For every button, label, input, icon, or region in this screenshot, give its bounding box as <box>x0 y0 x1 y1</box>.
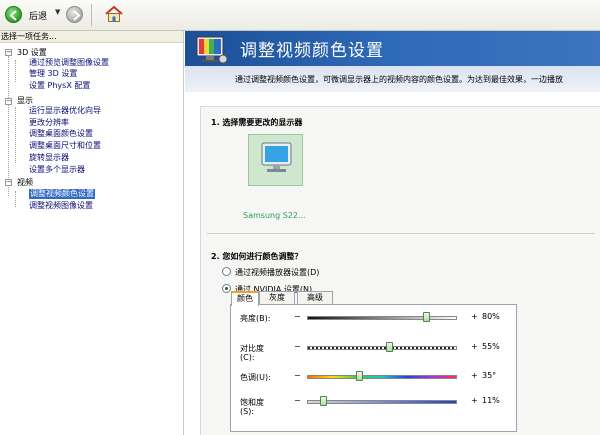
home-icon[interactable] <box>104 4 124 24</box>
display-name[interactable]: Samsung S22... <box>243 211 306 220</box>
toolbar: 后退 ▼ <box>0 0 600 31</box>
tree-item-desktop-color-settings[interactable]: 调整桌面颜色设置 <box>29 129 93 139</box>
collapse-icon[interactable]: − <box>5 98 12 105</box>
hue-value: 35° <box>482 371 497 380</box>
radio-video-player-settings[interactable] <box>222 267 231 276</box>
tree-item-display-optimization-wizard[interactable]: 运行显示器优化向导 <box>29 106 101 116</box>
saturation-plus[interactable]: + <box>471 396 478 405</box>
tree-category-video[interactable]: 视频 <box>17 178 33 188</box>
tree-connector <box>15 191 16 207</box>
tree-item-video-image-settings[interactable]: 调整视频图像设置 <box>29 201 93 211</box>
tree-category-display[interactable]: 显示 <box>17 96 33 106</box>
section1-title: 1. 选择需要更改的显示器 <box>211 118 303 127</box>
toolbar-separator <box>91 4 92 26</box>
tab-color[interactable]: 颜色 <box>231 291 259 306</box>
tree-item-rotate-display[interactable]: 旋转显示器 <box>29 153 69 163</box>
page-banner: 调整视频颜色设置 <box>185 31 600 66</box>
radio-video-player-label[interactable]: 通过视频播放器设置(D) <box>235 267 319 278</box>
back-button[interactable] <box>5 6 22 23</box>
tree-category-3d[interactable]: 3D 设置 <box>17 48 47 58</box>
section-divider <box>207 233 595 234</box>
brightness-thumb[interactable] <box>423 312 430 322</box>
radio-nvidia-settings[interactable] <box>222 284 231 293</box>
monitor-color-icon <box>196 36 228 64</box>
task-tree-header: 选择一项任务... <box>0 31 183 43</box>
brightness-plus[interactable]: + <box>471 312 478 321</box>
tree-item-video-color-settings[interactable]: 调整视频颜色设置 <box>29 189 95 199</box>
brightness-value: 80% <box>482 312 500 321</box>
contrast-value: 55% <box>482 342 500 351</box>
color-tab-panel <box>230 304 517 432</box>
tree-item-manage-3d-settings[interactable]: 管理 3D 设置 <box>29 69 77 79</box>
hue-track[interactable] <box>307 375 457 379</box>
collapse-icon[interactable]: − <box>5 49 12 56</box>
brightness-minus[interactable]: − <box>294 312 301 321</box>
contrast-thumb[interactable] <box>385 342 393 352</box>
hue-plus[interactable]: + <box>471 371 478 380</box>
tab-advanced[interactable]: 高级 <box>297 291 333 305</box>
tree-connector <box>15 60 16 82</box>
arrow-right-icon <box>73 10 81 21</box>
saturation-track[interactable] <box>307 400 457 404</box>
contrast-minus[interactable]: − <box>294 342 301 351</box>
settings-pane: 调整视频颜色设置 通过调整视频颜色设置，可微调显示器上的视频内容的颜色设置。为达… <box>185 31 600 435</box>
contrast-label-key: (C): <box>240 353 255 362</box>
settings-panel: 1. 选择需要更改的显示器 Samsung S22... 2. 您如何进行颜色调… <box>200 106 600 435</box>
saturation-label-key: (S): <box>240 407 255 416</box>
tree-item-change-resolution[interactable]: 更改分辨率 <box>29 118 69 128</box>
hue-thumb[interactable] <box>355 371 363 381</box>
contrast-track[interactable] <box>307 346 457 350</box>
saturation-minus[interactable]: − <box>294 396 301 405</box>
description-band: 通过调整视频颜色设置，可微调显示器上的视频内容的颜色设置。为达到最佳效果，一边播… <box>185 66 600 92</box>
back-dropdown-icon[interactable]: ▼ <box>55 8 60 16</box>
tree-connector <box>8 56 9 196</box>
arrow-left-icon <box>9 10 17 21</box>
collapse-icon[interactable]: − <box>5 179 12 186</box>
display-tile[interactable] <box>248 134 303 186</box>
page-description: 通过调整视频颜色设置，可微调显示器上的视频内容的颜色设置。为达到最佳效果，一边播… <box>235 75 563 84</box>
tree-item-multiple-displays[interactable]: 设置多个显示器 <box>29 165 85 175</box>
forward-button[interactable] <box>66 6 83 23</box>
saturation-thumb[interactable] <box>319 396 327 406</box>
tree-connector <box>15 107 16 163</box>
hue-minus[interactable]: − <box>294 371 301 380</box>
page-title: 调整视频颜色设置 <box>240 41 384 61</box>
tree-item-preview-image-settings[interactable]: 通过预览调整图像设置 <box>29 58 109 68</box>
monitor-icon <box>261 142 292 172</box>
brightness-label: 亮度(B): <box>240 314 271 323</box>
tab-grayscale[interactable]: 灰度 <box>259 291 295 305</box>
section2-title: 2. 您如何进行颜色调整？ <box>211 252 303 261</box>
task-tree-pane: 选择一项任务... − 3D 设置 通过预览调整图像设置 管理 3D 设置 设置… <box>0 31 184 435</box>
hue-label: 色调(U): <box>240 373 271 382</box>
tree-item-physx-config[interactable]: 设置 PhysX 配置 <box>29 81 90 91</box>
tree-item-desktop-size-position[interactable]: 调整桌面尺寸和位置 <box>29 141 101 151</box>
brightness-track[interactable] <box>307 316 457 320</box>
contrast-plus[interactable]: + <box>471 342 478 351</box>
back-label[interactable]: 后退 <box>29 9 47 22</box>
saturation-value: 11% <box>482 396 500 405</box>
